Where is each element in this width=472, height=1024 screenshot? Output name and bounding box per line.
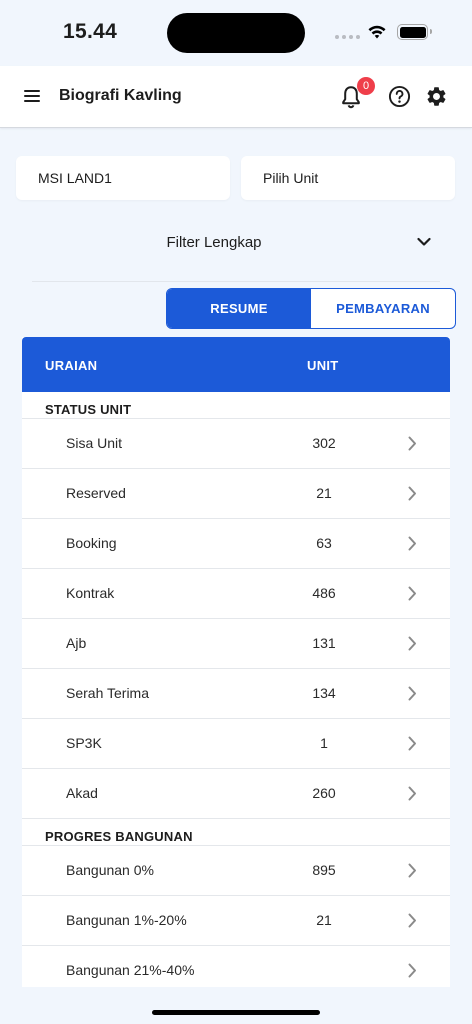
tab-resume[interactable]: RESUME	[167, 289, 311, 328]
row-label: Akad	[66, 785, 98, 801]
row-label: Booking	[66, 535, 117, 551]
wifi-icon	[368, 25, 386, 39]
chevron-right-icon	[408, 636, 417, 654]
dynamic-island	[167, 13, 305, 53]
help-icon[interactable]	[388, 85, 411, 108]
row-value: 260	[312, 785, 336, 801]
table-body: STATUS UNIT Sisa Unit 302 Reserved 21 Booking…	[22, 392, 450, 987]
chevron-right-icon	[408, 536, 417, 554]
gear-icon[interactable]	[425, 85, 448, 108]
table-row[interactable]: Booking 63	[22, 519, 450, 569]
row-label: Bangunan 21%-40%	[66, 962, 195, 978]
row-label: Bangunan 1%-20%	[66, 912, 187, 928]
table-row[interactable]: Reserved 21	[22, 469, 450, 519]
filter-label: Filter Lengkap	[166, 234, 262, 251]
chevron-right-icon	[408, 586, 417, 604]
page-title: Biografi Kavling	[59, 87, 182, 104]
home-indicator	[152, 1010, 320, 1015]
column-header-unit: UNIT	[307, 358, 339, 373]
unit-select[interactable]: Pilih Unit	[241, 156, 455, 200]
row-label: Sisa Unit	[66, 435, 123, 451]
table-row[interactable]: Ajb 131	[22, 619, 450, 669]
status-bar: 15.44	[0, 0, 472, 66]
tab-group: RESUME PEMBAYARAN	[166, 288, 456, 329]
row-label: Reserved	[66, 485, 126, 501]
table-row[interactable]: Sisa Unit 302	[22, 419, 450, 469]
row-value: 21	[316, 912, 332, 928]
filter-toggle[interactable]: Filter Lengkap	[32, 226, 440, 282]
app-bar: Biografi Kavling 0	[0, 66, 472, 128]
section-title: STATUS UNIT	[22, 392, 450, 419]
column-header-uraian: URAIAN	[45, 358, 98, 373]
project-select[interactable]: MSI LAND1	[16, 156, 230, 200]
row-label: SP3K	[66, 735, 102, 751]
row-value: 21	[316, 485, 332, 501]
chevron-right-icon	[408, 913, 417, 931]
row-value: 486	[312, 585, 336, 601]
chevron-right-icon	[408, 863, 417, 881]
menu-icon[interactable]	[24, 90, 40, 102]
chevron-right-icon	[408, 686, 417, 704]
cellular-signal-icon	[335, 35, 360, 39]
table-row[interactable]: Kontrak 486	[22, 569, 450, 619]
row-value: 1	[320, 735, 328, 751]
table-row[interactable]: Bangunan 0% 895	[22, 846, 450, 896]
chevron-down-icon	[417, 237, 431, 246]
chevron-right-icon	[408, 963, 417, 981]
chevron-right-icon	[408, 436, 417, 454]
row-label: Ajb	[66, 635, 87, 651]
table-row[interactable]: Akad 260	[22, 769, 450, 819]
section-title: PROGRES BANGUNAN	[22, 819, 450, 846]
tab-pembayaran[interactable]: PEMBAYARAN	[311, 289, 455, 328]
summary-table: URAIAN UNIT STATUS UNIT Sisa Unit 302 Reser…	[22, 337, 450, 987]
table-row[interactable]: Bangunan 21%-40%	[22, 946, 450, 987]
row-label: Kontrak	[66, 585, 115, 601]
battery-icon	[397, 24, 432, 40]
table-row[interactable]: Serah Terima 134	[22, 669, 450, 719]
row-label: Serah Terima	[66, 685, 150, 701]
row-value: 131	[312, 635, 336, 651]
row-value: 895	[312, 862, 336, 878]
row-value: 134	[312, 685, 336, 701]
table-row[interactable]: Bangunan 1%-20% 21	[22, 896, 450, 946]
table-header: URAIAN UNIT	[22, 337, 450, 392]
row-label: Bangunan 0%	[66, 862, 154, 878]
chevron-right-icon	[408, 486, 417, 504]
chevron-right-icon	[408, 786, 417, 804]
table-row[interactable]: SP3K 1	[22, 719, 450, 769]
row-value: 63	[316, 535, 332, 551]
chevron-right-icon	[408, 736, 417, 754]
status-time: 15.44	[63, 20, 118, 43]
row-value: 302	[312, 435, 336, 451]
notification-badge: 0	[357, 77, 375, 95]
